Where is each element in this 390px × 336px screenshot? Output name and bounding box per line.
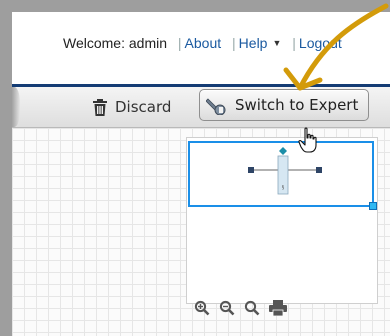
hand-cursor-icon	[298, 127, 317, 153]
zoom-toolbar	[194, 298, 287, 318]
zoom-in-icon[interactable]	[194, 300, 210, 316]
user-nav: Welcome: admin | About | Help ▼ | Logout	[63, 35, 342, 51]
switch-to-expert-button[interactable]: Switch to Expert	[199, 89, 369, 121]
help-label: Help	[238, 35, 268, 51]
discard-label: Discard	[115, 98, 172, 116]
zoom-out-icon[interactable]	[219, 300, 235, 316]
print-icon[interactable]	[269, 300, 287, 316]
separator: |	[232, 35, 236, 51]
separator: |	[292, 35, 296, 51]
wrench-icon	[206, 95, 228, 115]
toolbar-edge	[12, 87, 20, 127]
welcome-text: Welcome: admin	[63, 35, 168, 51]
caret-down-icon: ▼	[272, 38, 282, 48]
overview-viewport[interactable]: §	[188, 141, 374, 207]
trash-icon	[92, 98, 108, 116]
logout-link[interactable]: Logout	[299, 35, 342, 51]
separator: |	[177, 35, 182, 51]
switch-label: Switch to Expert	[235, 96, 359, 114]
process-diagram-thumbnail: §	[248, 147, 322, 195]
viewport-resize-handle[interactable]	[369, 202, 377, 210]
about-link[interactable]: About	[185, 35, 222, 51]
header: Welcome: admin | About | Help ▼ | Logout	[12, 12, 390, 84]
help-menu[interactable]: Help ▼	[239, 35, 282, 51]
discard-button[interactable]: Discard	[92, 96, 171, 118]
toolbar: Discard Switch to Expert	[12, 87, 390, 128]
zoom-fit-icon[interactable]	[244, 300, 260, 316]
